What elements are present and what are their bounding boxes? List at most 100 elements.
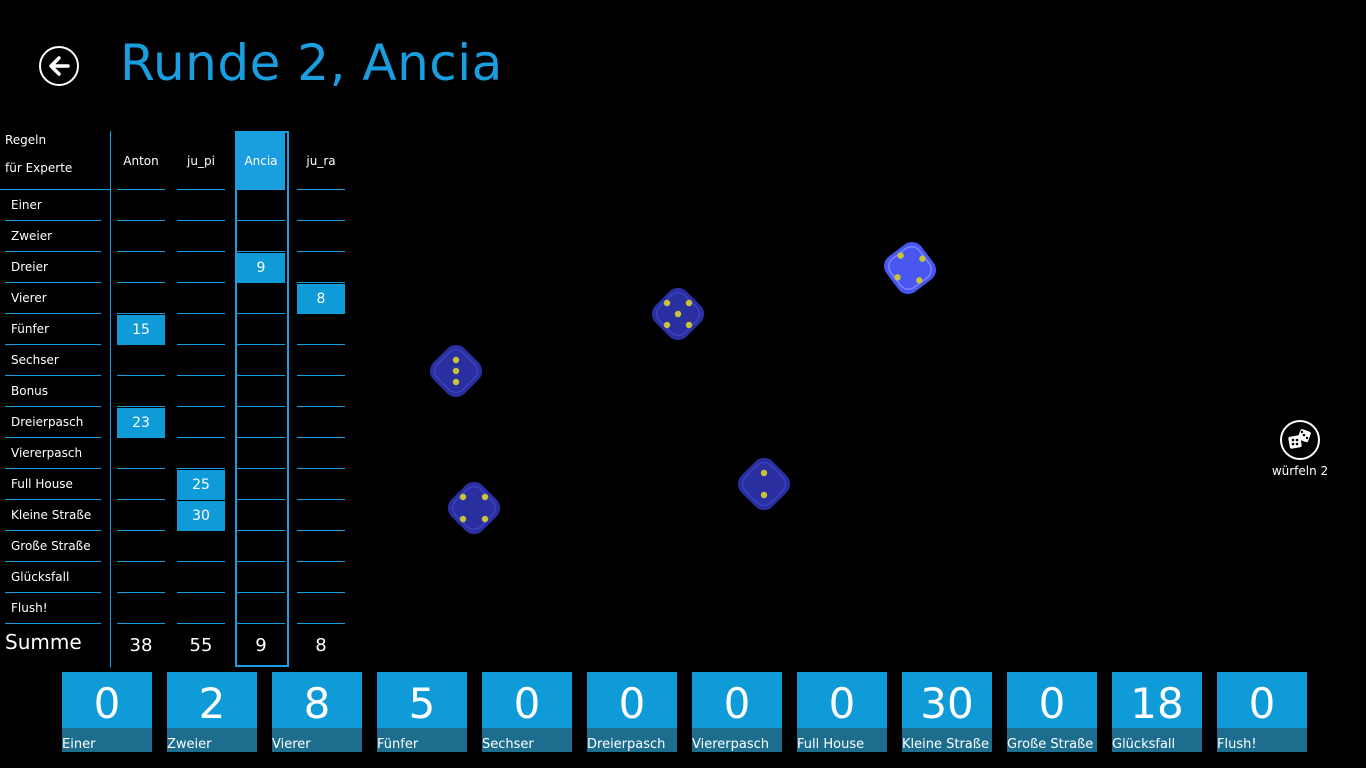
score-cell[interactable] <box>237 563 285 593</box>
cell-divider <box>177 468 225 469</box>
die-pip <box>459 493 467 501</box>
cell-divider <box>117 251 165 252</box>
row-divider <box>5 623 101 624</box>
score-cell[interactable] <box>177 439 225 469</box>
score-cell[interactable] <box>297 377 345 407</box>
die-face-5 <box>651 287 705 341</box>
score-cell[interactable] <box>297 315 345 345</box>
score-option-tile[interactable]: 8 Vierer <box>272 672 362 752</box>
score-option-value: 5 <box>408 679 436 728</box>
score-cell[interactable]: 23 <box>117 408 165 438</box>
score-cell[interactable] <box>237 408 285 438</box>
score-cell[interactable] <box>177 408 225 438</box>
score-option-tile[interactable]: 0 Sechser <box>482 672 572 752</box>
die[interactable] <box>424 339 488 403</box>
score-cell[interactable] <box>117 532 165 562</box>
score-cell[interactable] <box>297 470 345 500</box>
score-cell[interactable] <box>177 315 225 345</box>
player-name: Anton <box>123 154 159 168</box>
score-cell[interactable] <box>297 563 345 593</box>
score-cell[interactable]: 15 <box>117 315 165 345</box>
score-cell[interactable]: 25 <box>177 470 225 500</box>
score-option-tile[interactable]: 2 Zweier <box>167 672 257 752</box>
cell-divider <box>117 561 165 562</box>
die[interactable] <box>646 282 710 346</box>
score-cell[interactable] <box>297 408 345 438</box>
score-cell[interactable] <box>237 501 285 531</box>
cell-divider <box>117 313 165 314</box>
score-cell[interactable] <box>177 253 225 283</box>
score-cell[interactable] <box>237 439 285 469</box>
score-cell[interactable]: 30 <box>177 501 225 531</box>
score-cell[interactable] <box>117 191 165 221</box>
die-pip <box>674 310 682 318</box>
score-cell[interactable] <box>297 191 345 221</box>
score-cell[interactable] <box>237 346 285 376</box>
roll-dice-button[interactable] <box>1280 420 1320 460</box>
score-option-tile[interactable]: 0 Viererpasch <box>692 672 782 752</box>
die-pip <box>459 515 467 523</box>
score-cell[interactable] <box>117 563 165 593</box>
score-cell[interactable] <box>117 284 165 314</box>
score-cell[interactable] <box>177 284 225 314</box>
score-option-tile[interactable]: 18 Glücksfall <box>1112 672 1202 752</box>
score-option-tile[interactable]: 30 Kleine Straße <box>902 672 992 752</box>
score-cell[interactable] <box>237 222 285 252</box>
score-cell[interactable] <box>177 594 225 624</box>
score-option-tile[interactable]: 0 Full House <box>797 672 887 752</box>
score-cell[interactable] <box>117 346 165 376</box>
score-cell[interactable] <box>237 470 285 500</box>
score-option-value: 0 <box>93 679 121 728</box>
score-option-label: Flush! <box>1217 728 1307 752</box>
score-option-tile[interactable]: 5 Fünfer <box>377 672 467 752</box>
score-option-value: 30 <box>920 679 974 728</box>
score-option-tile[interactable]: 0 Große Straße <box>1007 672 1097 752</box>
die[interactable] <box>442 476 506 540</box>
sum-value: 55 <box>189 635 213 656</box>
score-cell[interactable] <box>177 563 225 593</box>
score-option-value: 0 <box>618 679 646 728</box>
score-cell[interactable] <box>237 191 285 221</box>
row-label: Kleine Straße <box>11 508 92 522</box>
score-cell[interactable]: 8 <box>297 284 345 314</box>
score-cell[interactable] <box>297 439 345 469</box>
score-cell[interactable] <box>297 346 345 376</box>
score-cell[interactable] <box>117 253 165 283</box>
score-cell[interactable] <box>117 470 165 500</box>
score-option-tile[interactable]: 0 Dreierpasch <box>587 672 677 752</box>
score-cell[interactable] <box>237 377 285 407</box>
score-cell[interactable] <box>237 284 285 314</box>
die[interactable] <box>732 452 796 516</box>
score-cell[interactable] <box>117 222 165 252</box>
cell-divider <box>237 220 285 221</box>
score-cell[interactable] <box>117 439 165 469</box>
cell-divider <box>117 623 165 624</box>
score-cell[interactable] <box>117 594 165 624</box>
score-option-tile[interactable]: 0 Flush! <box>1217 672 1307 752</box>
score-option-tile[interactable]: 0 Einer <box>62 672 152 752</box>
player-name: ju_ra <box>306 154 336 168</box>
score-cell[interactable] <box>297 222 345 252</box>
scorecard-divider <box>110 131 111 667</box>
score-cell[interactable] <box>177 191 225 221</box>
die[interactable] <box>878 236 942 300</box>
score-cell[interactable] <box>237 315 285 345</box>
back-button[interactable] <box>39 46 79 86</box>
cell-divider <box>117 530 165 531</box>
score-cell[interactable]: 9 <box>237 253 285 283</box>
score-cell[interactable] <box>177 222 225 252</box>
sum-value: 38 <box>129 635 153 656</box>
score-option-label: Viererpasch <box>692 728 782 752</box>
score-cell[interactable] <box>117 501 165 531</box>
score-cell[interactable] <box>177 377 225 407</box>
score-cell[interactable] <box>297 501 345 531</box>
page-title: Runde 2, Ancia <box>120 34 503 92</box>
score-cell[interactable] <box>117 377 165 407</box>
score-cell[interactable] <box>177 532 225 562</box>
score-cell[interactable] <box>177 346 225 376</box>
score-cell[interactable] <box>297 253 345 283</box>
score-cell[interactable] <box>237 532 285 562</box>
score-cell[interactable] <box>297 532 345 562</box>
score-cell[interactable] <box>237 594 285 624</box>
score-cell[interactable] <box>297 594 345 624</box>
